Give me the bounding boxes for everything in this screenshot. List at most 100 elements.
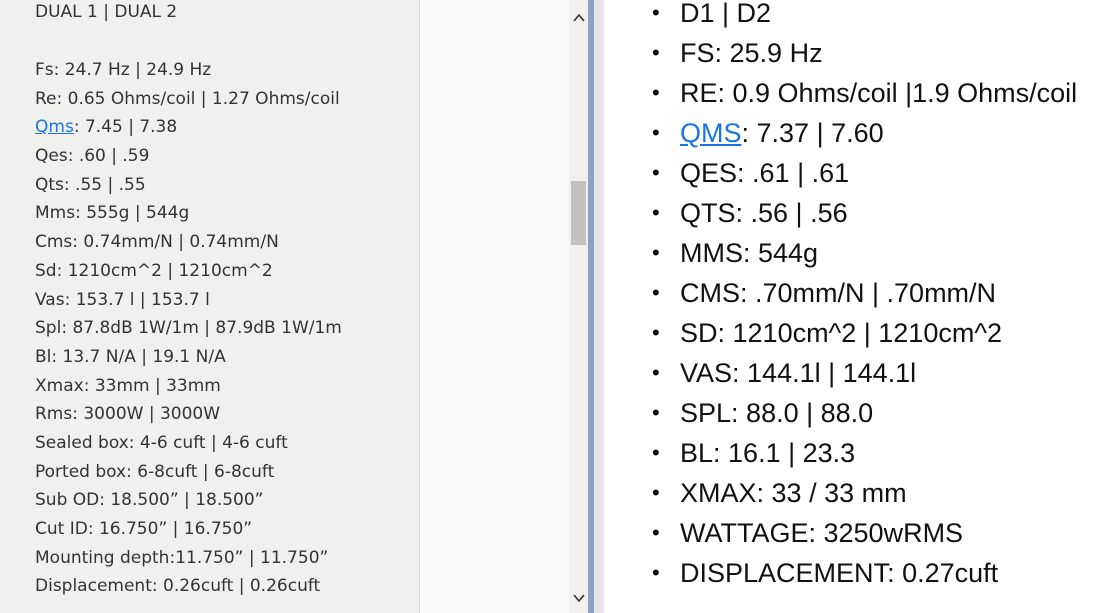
left-spec-item: Ported box: 6-8cuft | 6-8cuft: [35, 460, 342, 489]
bullet-icon: •: [652, 160, 660, 185]
spec-value: :11.750” | 11.750”: [169, 547, 329, 568]
bullet-icon: •: [652, 280, 660, 305]
bullet-icon: •: [652, 480, 660, 505]
spec-value: : 4-6 cuft | 4-6 cuft: [128, 432, 288, 453]
spec-value: : 88.0 | 88.0: [731, 398, 874, 428]
spec-value: : 555g | 544g: [75, 203, 190, 224]
bullet-icon: •: [652, 40, 660, 65]
right-spec-item: • DISPLACEMENT: 0.27cuft: [604, 553, 1077, 593]
spec-key: Cut ID: [35, 519, 88, 539]
bullet-icon: •: [652, 520, 660, 545]
scroll-thumb[interactable]: [571, 181, 586, 245]
bullet-icon: •: [652, 440, 660, 465]
right-spec-item: • SPL: 88.0 | 88.0: [604, 393, 1077, 433]
spec-key: MMS: [680, 238, 743, 268]
spec-key: VAS: [680, 358, 733, 388]
left-spec-item: Rms: 3000W | 3000W: [35, 402, 342, 431]
spec-value: : 16.750” | 16.750”: [87, 519, 253, 539]
bullet-icon: •: [652, 240, 660, 265]
spec-value: : 3250wRMS: [808, 518, 964, 548]
spec-value: : 33mm | 33mm: [83, 375, 221, 396]
bullet-icon: •: [652, 200, 660, 225]
spec-key: CMS: [680, 278, 740, 308]
spec-value: : .60 | .59: [67, 146, 150, 167]
spec-value: : 153.7 l | 153.7 l: [64, 289, 210, 310]
left-spec-item: Displacement: 0.26cuft | 0.26cuft: [35, 574, 342, 603]
left-spec-panel: DUAL 1 | DUAL 2 Fs: 24.7 Hz | 24.9 Hz Re:…: [0, 0, 420, 613]
spec-value: : 13.7 N/A | 19.1 N/A: [51, 346, 226, 367]
spec-value: : 18.500” | 18.500”: [99, 490, 264, 511]
bullet-icon: •: [652, 400, 660, 425]
right-spec-item: • VAS: 144.1l | 144.1l: [604, 353, 1077, 393]
spec-key: Sub OD: [35, 490, 100, 511]
left-panel-header: DUAL 1 | DUAL 2: [35, 2, 178, 22]
spec-key: Ported box: [35, 461, 127, 482]
left-spec-item: Re: 0.65 Ohms/coil | 1.27 Ohms/coil: [35, 87, 342, 116]
bullet-icon: •: [652, 560, 660, 585]
vertical-scrollbar[interactable]: [569, 0, 588, 613]
blank-area: [421, 0, 569, 613]
bullet-icon: •: [652, 120, 660, 145]
spec-key: Fs: [35, 60, 54, 80]
spec-key: DISPLACEMENT: [680, 558, 888, 588]
left-spec-item: Cut ID: 16.750” | 16.750”: [35, 517, 342, 546]
left-spec-item: Qts: .55 | .55: [35, 173, 342, 202]
right-spec-item: • SD: 1210cm^2 | 1210cm^2: [604, 313, 1077, 353]
spec-key: D1 | D2: [680, 0, 772, 28]
spec-value: : 0.9 Ohms/coil |1.9 Ohms/coil: [717, 78, 1078, 108]
right-spec-item: • QMS: 7.37 | 7.60: [604, 113, 1077, 153]
spec-key: Vas: [35, 289, 65, 310]
spec-key: Qts: [35, 174, 64, 195]
bullet-icon: •: [652, 0, 660, 25]
scroll-down-button[interactable]: [569, 583, 588, 613]
spec-value: : .61 | .61: [737, 158, 850, 188]
pane-gap: [594, 0, 604, 613]
spec-value: : .56 | .56: [735, 198, 848, 228]
spec-key: Bl: [35, 346, 52, 367]
left-spec-item: Qes: .60 | .59: [35, 144, 342, 173]
left-spec-item: Fs: 24.7 Hz | 24.9 Hz: [35, 58, 342, 87]
right-spec-item: • D1 | D2: [604, 0, 1077, 33]
spec-value: : 6-8cuft | 6-8cuft: [126, 461, 275, 482]
spec-value: : 3000W | 3000W: [72, 404, 221, 425]
spec-key: WATTAGE: [680, 518, 809, 548]
left-spec-item: Sealed box: 4-6 cuft | 4-6 cuft: [35, 431, 342, 460]
left-spec-item: Bl: 13.7 N/A | 19.1 N/A: [35, 345, 342, 374]
spec-value: : 7.37 | 7.60: [741, 118, 884, 148]
right-spec-item: • QTS: .56 | .56: [604, 193, 1077, 233]
left-spec-item: Qms: 7.45 | 7.38: [35, 115, 342, 144]
bullet-icon: •: [652, 80, 660, 105]
spec-value: : 544g: [743, 238, 819, 268]
chevron-down-icon: [572, 594, 585, 603]
spec-key: Qes: [35, 146, 68, 167]
spec-value: : 25.9 Hz: [714, 38, 823, 68]
right-spec-item: • FS: 25.9 Hz: [604, 33, 1077, 73]
left-spec-item: Cms: 0.74mm/N | 0.74mm/N: [35, 230, 342, 259]
spec-key: Sealed box: [35, 432, 129, 453]
left-spec-item: Spl: 87.8dB 1W/1m | 87.9dB 1W/1m: [35, 316, 342, 345]
spec-key: XMAX: [680, 478, 757, 508]
bullet-icon: •: [652, 320, 660, 345]
left-spec-item: Sd: 1210cm^2 | 1210cm^2: [35, 259, 342, 288]
scroll-up-button[interactable]: [569, 0, 588, 36]
spec-value: : 0.27cuft: [887, 558, 999, 588]
right-spec-item: • MMS: 544g: [604, 233, 1077, 273]
spec-value: : 0.74mm/N | 0.74mm/N: [72, 232, 279, 253]
spec-value: : 0.26cuft | 0.26cuft: [151, 576, 321, 597]
right-spec-panel: • D1 | D2 • FS: 25.9 Hz • RE: 0.9 Ohms/coil |…: [604, 0, 1106, 613]
spec-key-link[interactable]: Qms: [35, 117, 74, 137]
spec-key: Sd: [35, 260, 57, 281]
spec-value: : 0.65 Ohms/coil | 1.27 Ohms/coil: [56, 88, 340, 109]
spec-key: Xmax: [35, 375, 84, 396]
spec-key: Displacement: [35, 576, 152, 597]
spec-value: : 7.45 | 7.38: [73, 117, 178, 138]
left-spec-item: Mounting depth:11.750” | 11.750”: [35, 546, 342, 575]
right-spec-item: • BL: 16.1 | 23.3: [604, 433, 1077, 473]
left-spec-item: Mms: 555g | 544g: [35, 201, 342, 230]
spec-key: Cms: [35, 232, 73, 253]
spec-key-link[interactable]: QMS: [680, 118, 742, 148]
window: DUAL 1 | DUAL 2 Fs: 24.7 Hz | 24.9 Hz Re:…: [0, 0, 1106, 613]
spec-key: RE: [680, 78, 718, 108]
spec-value: : 33 / 33 mm: [756, 478, 907, 508]
right-spec-item: • WATTAGE: 3250wRMS: [604, 513, 1077, 553]
